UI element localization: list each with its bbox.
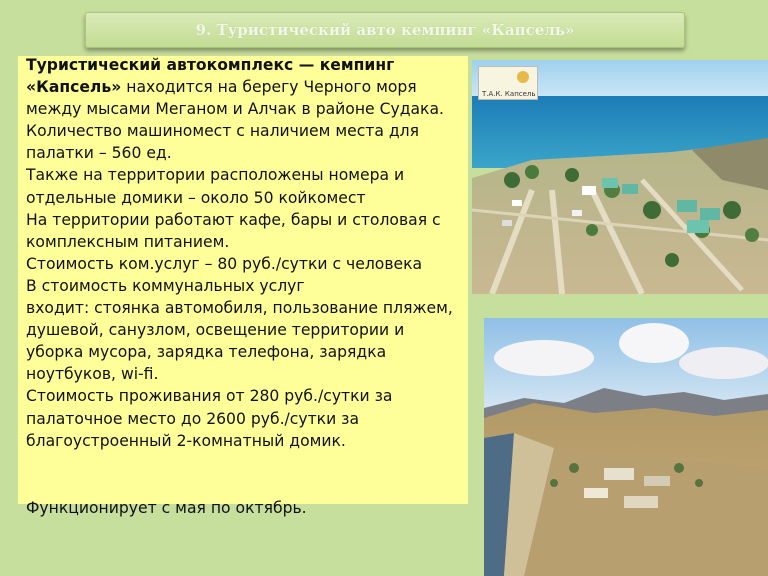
- slide-title: 9. Туристический авто кемпинг «Капсель»: [195, 21, 575, 39]
- paragraph-rooms: Также на территории расположены номера и…: [26, 166, 405, 207]
- lead-paragraph: Туристический автокомплекс — кемпинг «Ка…: [26, 54, 466, 164]
- text-body: Туристический автокомплекс — кемпинг «Ка…: [26, 54, 466, 452]
- logo-name: Т.А.К. Капсель: [482, 90, 536, 98]
- slide-title-bar: 9. Туристический авто кемпинг «Капсель»: [85, 12, 685, 48]
- sun-icon: [517, 71, 529, 83]
- paragraph-utility-list: входит: стоянка автомобиля, пользование …: [26, 299, 453, 384]
- campsite-aerial-photo: Т.А.К. Капсель: [472, 60, 768, 294]
- coastline-photo: [484, 318, 768, 576]
- paragraph-utility-cost: Стоимость ком.услуг – 80 руб./сутки с че…: [26, 254, 423, 273]
- paragraph-price: Стоимость проживания от 280 руб./сутки з…: [26, 387, 393, 450]
- campsite-logo: Т.А.К. Капсель: [478, 66, 538, 100]
- season-text: Функционирует с мая по октябрь.: [26, 499, 307, 517]
- paragraph-utility-intro: В стоимость коммунальных услуг: [26, 276, 305, 295]
- paragraph-cafe: На территории работают кафе, бары и стол…: [26, 210, 441, 251]
